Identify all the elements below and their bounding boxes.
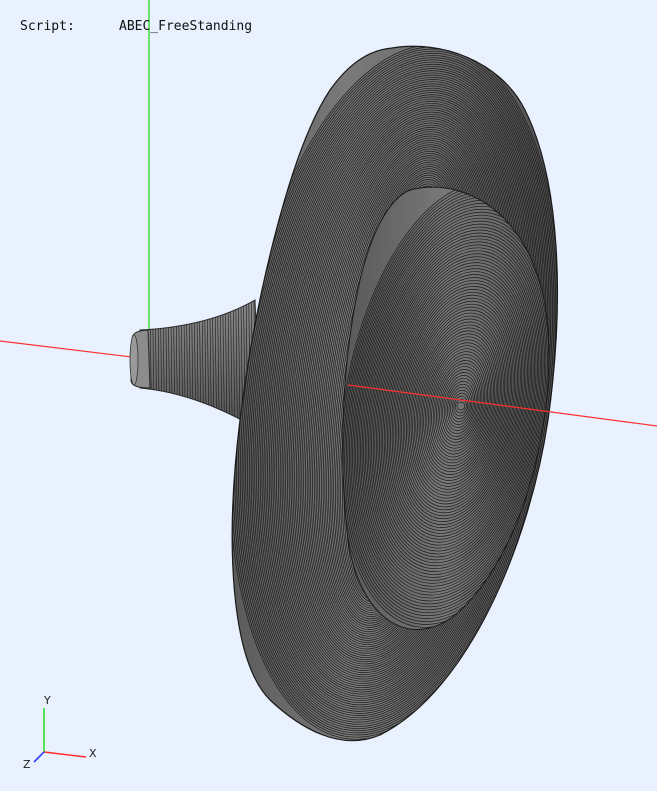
script-label: Script: (20, 19, 75, 34)
triad-y-label: Y (43, 694, 51, 707)
axis-triad: Y X Z (23, 694, 97, 771)
3d-viewport[interactable]: Y X Z Script: ABEC_FreeStanding (0, 0, 657, 791)
triad-x-label: X (89, 747, 97, 760)
throat-cap (129, 329, 151, 389)
triad-z-label: Z (23, 758, 31, 771)
x-axis-line-left (0, 340, 141, 359)
script-name: ABEC_FreeStanding (119, 19, 253, 34)
scene-canvas[interactable]: Y X Z (0, 0, 657, 791)
